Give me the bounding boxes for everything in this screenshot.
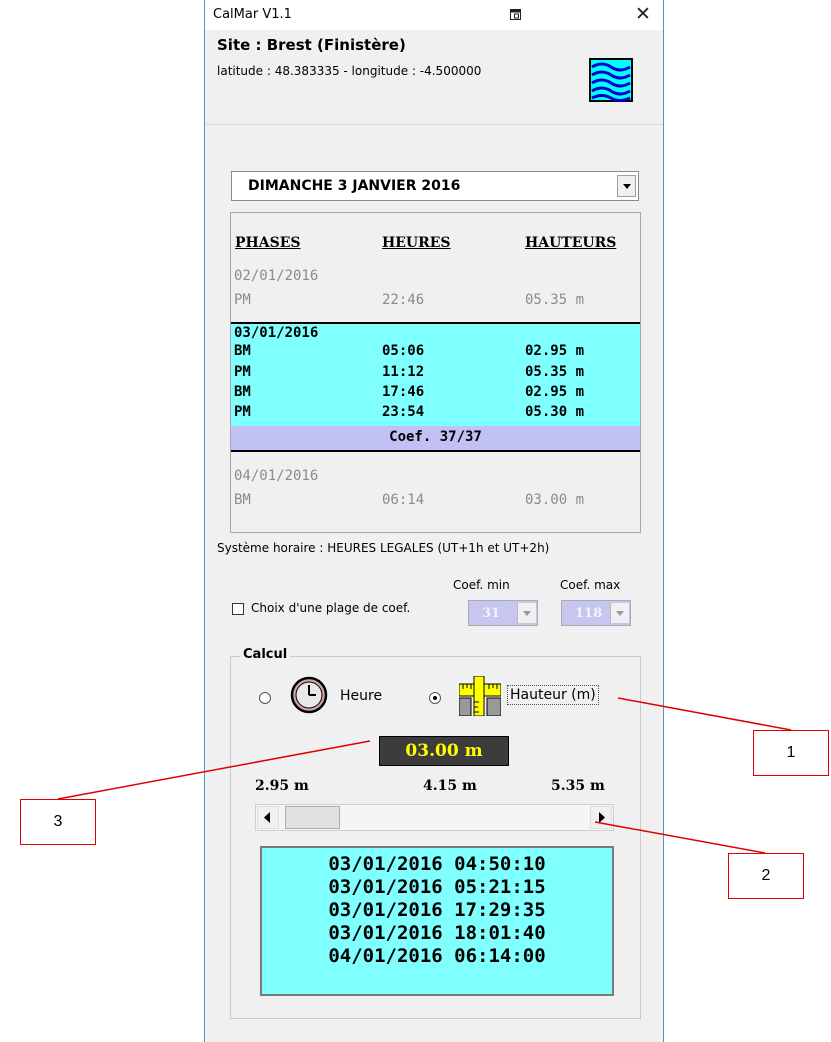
callout-line-1 xyxy=(617,697,792,731)
callout-2: 2 xyxy=(728,853,804,899)
callout-line-2 xyxy=(594,821,766,854)
callout-lines xyxy=(57,697,792,854)
callout-3: 3 xyxy=(20,799,96,845)
callout-line-3 xyxy=(57,740,371,800)
callout-1: 1 xyxy=(753,730,829,776)
